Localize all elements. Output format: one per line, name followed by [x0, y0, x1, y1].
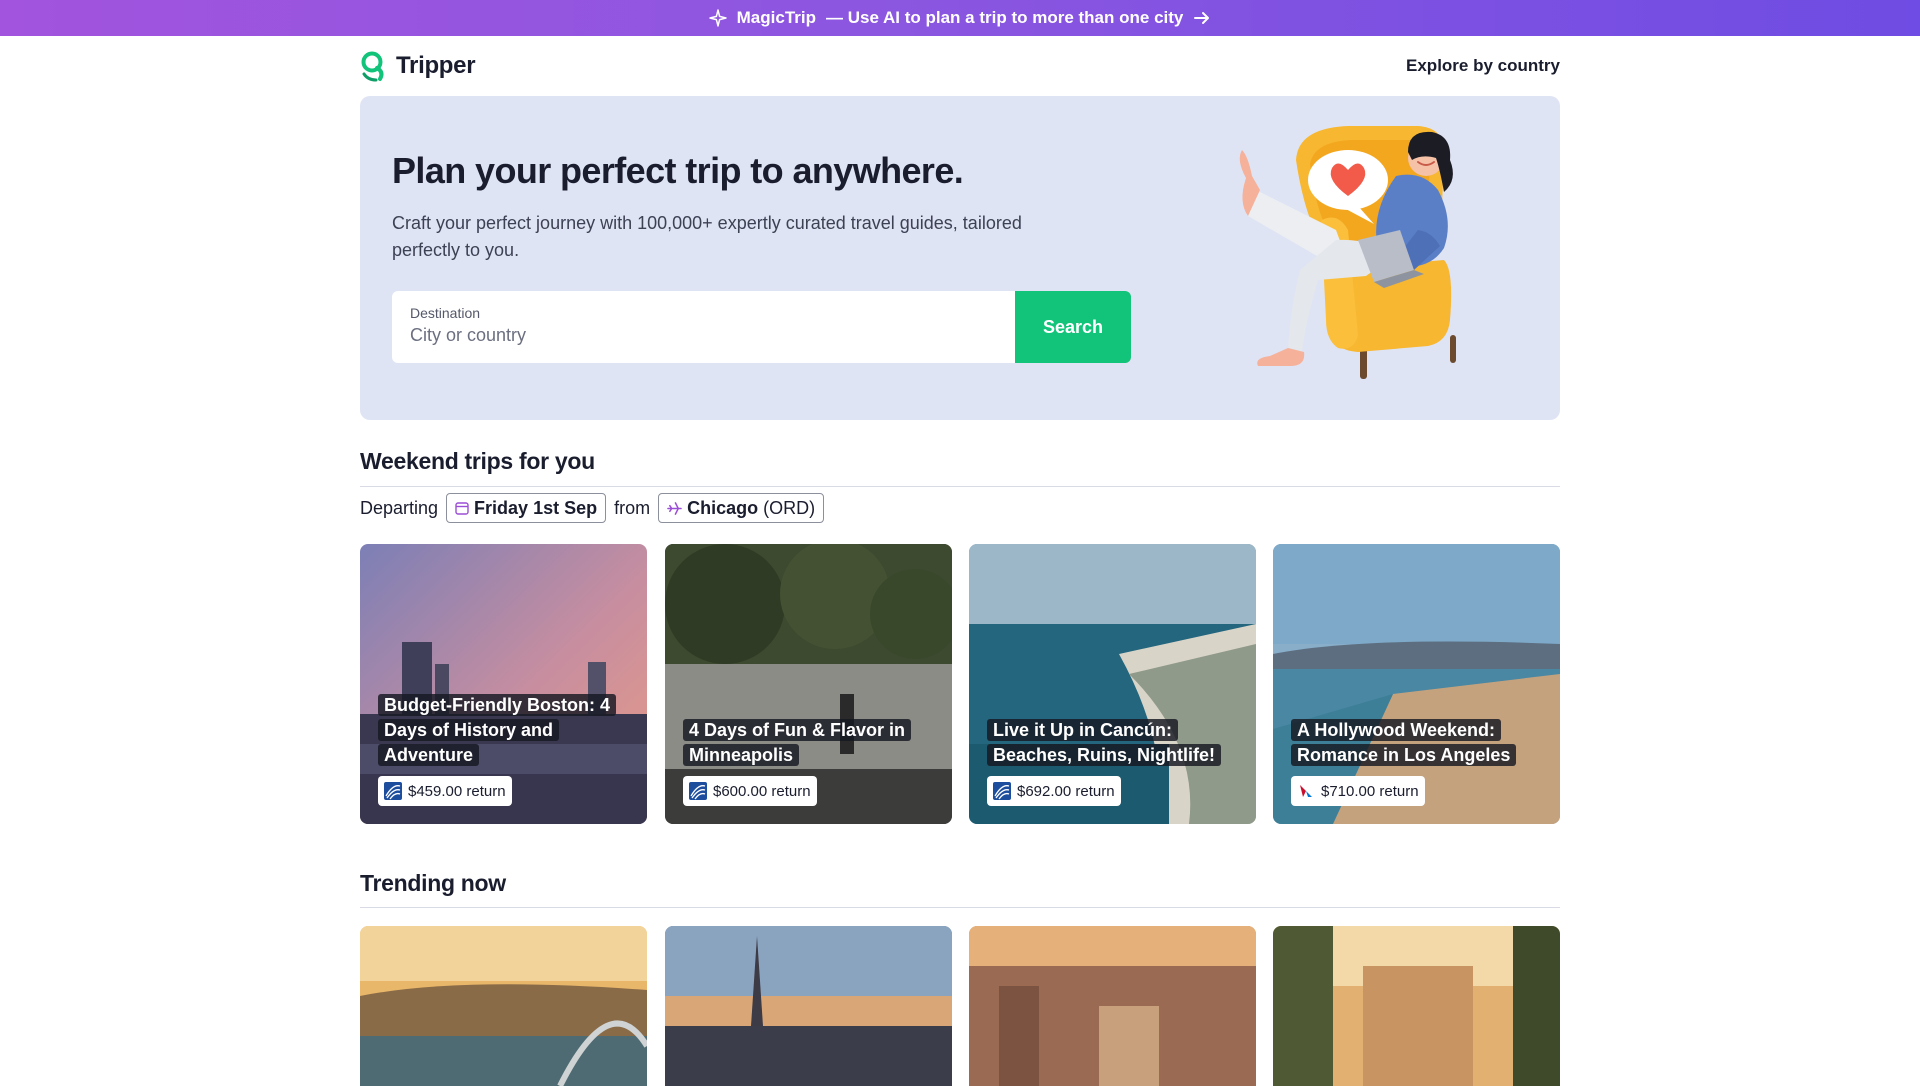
trip-title: 4 Days of Fun & Flavor in Minneapolis [683, 718, 933, 768]
trip-price: $600.00 return [713, 782, 811, 800]
section-divider [360, 907, 1560, 908]
american-airlines-icon [1297, 782, 1315, 800]
trending-card-madrid[interactable] [969, 926, 1256, 1086]
logo-text: Tripper [396, 52, 476, 79]
trip-title: A Hollywood Weekend: Romance in Los Ange… [1291, 718, 1541, 768]
price-badge: $459.00 return [378, 776, 512, 806]
from-label: from [614, 497, 651, 518]
price-badge: $710.00 return [1291, 776, 1425, 806]
tripper-logo-icon [361, 51, 384, 82]
departure-date: Friday 1st Sep [474, 497, 598, 518]
hero-title: Plan your perfect trip to anywhere. [392, 150, 964, 191]
search-button[interactable]: Search [1015, 291, 1131, 363]
origin-airport: (ORD) [763, 497, 816, 518]
departure-date-chip[interactable]: Friday 1st Sep [446, 493, 607, 523]
banner-text: — Use AI to plan a trip to more than one… [826, 8, 1184, 27]
woman-armchair-illustration [1239, 126, 1456, 379]
trip-price: $459.00 return [408, 782, 506, 800]
price-badge: $692.00 return [987, 776, 1121, 806]
river-city-photo [360, 926, 647, 1086]
trending-now-title: Trending now [360, 870, 506, 896]
trip-price: $710.00 return [1321, 782, 1419, 800]
magictrip-banner[interactable]: MagicTrip — Use AI to plan a trip to mor… [0, 0, 1920, 36]
united-airlines-icon [993, 782, 1011, 800]
trending-card-rome[interactable] [1273, 926, 1560, 1086]
city-aerial-photo [969, 926, 1256, 1086]
tripper-logo[interactable]: Tripper [360, 50, 476, 82]
plane-icon [667, 501, 682, 515]
price-badge: $600.00 return [683, 776, 817, 806]
calendar-icon [455, 502, 469, 515]
hero-section: Plan your perfect trip to anywhere. Craf… [360, 96, 1560, 420]
destination-field[interactable]: Destination [392, 291, 1015, 363]
weekend-trips-title: Weekend trips for you [360, 448, 595, 474]
section-divider [360, 486, 1560, 487]
explore-by-country-link[interactable]: Explore by country [1406, 56, 1560, 76]
departure-filter: Departing Friday 1st Sep from Chicago (O… [360, 493, 825, 523]
trip-card-los-angeles[interactable]: A Hollywood Weekend: Romance in Los Ange… [1273, 544, 1560, 824]
departing-label: Departing [360, 497, 439, 518]
united-airlines-icon [384, 782, 402, 800]
old-town-street-photo [1273, 926, 1560, 1086]
banner-brand: MagicTrip [736, 8, 816, 27]
origin-city: Chicago [687, 497, 759, 518]
destination-label: Destination [410, 305, 481, 321]
arrow-right-icon [1194, 12, 1210, 24]
trip-price: $692.00 return [1017, 782, 1115, 800]
cathedral-city-photo [665, 926, 952, 1086]
trending-card-porto[interactable] [360, 926, 647, 1086]
trending-card-vienna[interactable] [665, 926, 952, 1086]
trip-card-boston[interactable]: Budget-Friendly Boston: 4 Days of Histor… [360, 544, 647, 824]
united-airlines-icon [689, 782, 707, 800]
trip-title: Budget-Friendly Boston: 4 Days of Histor… [378, 693, 628, 768]
trip-title: Live it Up in Cancún: Beaches, Ruins, Ni… [987, 718, 1237, 768]
sparkle-icon [708, 9, 727, 27]
origin-city-chip[interactable]: Chicago (ORD) [658, 493, 825, 523]
hero-subtitle: Craft your perfect journey with 100,000+… [392, 213, 1022, 260]
trip-card-cancun[interactable]: Live it Up in Cancún: Beaches, Ruins, Ni… [969, 544, 1256, 824]
trip-card-minneapolis[interactable]: 4 Days of Fun & Flavor in Minneapolis $6… [665, 544, 952, 824]
destination-input[interactable] [410, 325, 997, 346]
